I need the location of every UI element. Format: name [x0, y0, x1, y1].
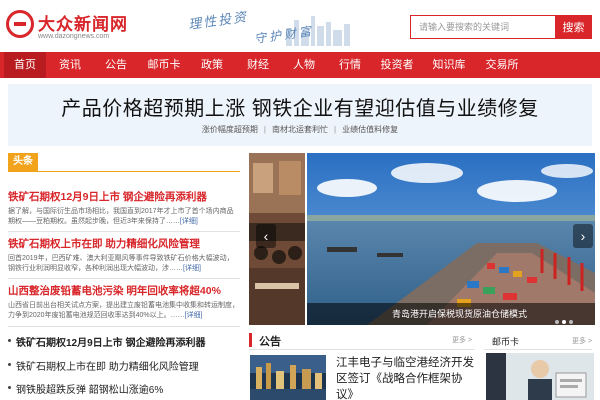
divider	[8, 231, 240, 232]
nav-item-investors[interactable]: 投资者	[372, 52, 422, 78]
notice-article-title[interactable]: 江丰电子与临空港经济开发区签订《战略合作框架协议》	[336, 355, 476, 400]
summary-text: 据了解，与国际衍生品市场相比，我国直到2017年才上市了首个场内商品期权——豆粕…	[8, 208, 234, 225]
list-item[interactable]: 钢铁股超跌反弹 韶钢松山涨逾6%	[8, 381, 240, 396]
chevron-left-icon[interactable]: ‹	[256, 224, 276, 248]
stamps-coins-cards-title: 邮币卡	[492, 337, 520, 347]
slider-dot[interactable]	[555, 320, 559, 324]
story-more-link[interactable]: [详细]	[185, 312, 203, 319]
site-logo[interactable]: 大众新闻网 www.dazongnews.com	[4, 8, 154, 48]
headlines-tab: 头条	[8, 153, 38, 171]
story-title[interactable]: 铁矿石期权上市在即 助力精细化风险管理	[8, 236, 240, 251]
notice-thumbnail[interactable]	[250, 355, 326, 400]
slogan-line-1: 理性投资	[187, 9, 250, 34]
notice-header	[249, 330, 475, 350]
story-more-link[interactable]: [详细]	[183, 265, 201, 272]
hero-title[interactable]: 产品价格超预期上涨 钢铁企业有望迎估值与业绩修复	[8, 92, 592, 121]
stamps-coins-cards-photo[interactable]	[486, 353, 594, 400]
city-night-image	[250, 355, 326, 400]
nav-item-knowledge-base[interactable]: 知识库	[424, 52, 474, 78]
headline-story: 山西整治废铅蓄电池污染 明年回收率将超40% 山西省日前出台相关试点方案，提出建…	[8, 283, 240, 321]
logo-text: 大众新闻网	[38, 15, 128, 34]
nav-item-finance[interactable]: 财经	[236, 52, 280, 78]
slider-main-image[interactable]	[307, 153, 595, 325]
nav-item-policy[interactable]: 政策	[190, 52, 234, 78]
stamps-coins-cards-more-link[interactable]: 更多 >	[572, 336, 592, 346]
slider-dot[interactable]	[569, 320, 573, 324]
slider-pagination	[555, 311, 591, 324]
nav-item-exchanges[interactable]: 交易所	[476, 52, 528, 78]
person-photo-image	[486, 353, 594, 400]
chevron-right-icon[interactable]: ›	[573, 224, 593, 248]
headline-story: 铁矿石期权12月9日上市 钢企避险再添利器 据了解，与国际衍生品市场相比，我国直…	[8, 189, 240, 227]
slider-dot[interactable]	[562, 320, 566, 324]
divider	[8, 326, 240, 327]
story-more-link[interactable]: [详细]	[180, 218, 198, 225]
hero-sublinks: 涨价幅度超预期 | 南材北运套利忙 | 业绩估值料修复	[8, 124, 592, 135]
logo-mark-icon	[6, 10, 34, 38]
nav-item-news[interactable]: 资讯	[48, 52, 92, 78]
logo-domain: www.dazongnews.com	[38, 33, 110, 40]
story-title[interactable]: 山西整治废铅蓄电池污染 明年回收率将超40%	[8, 283, 240, 298]
story-title[interactable]: 铁矿石期权12月9日上市 钢企避险再添利器	[8, 189, 240, 204]
hero-link[interactable]: 业绩估值料修复	[336, 124, 404, 135]
story-summary: 据了解，与国际衍生品市场相比，我国直到2017年才上市了首个场内商品期权——豆粕…	[8, 207, 240, 227]
slider-caption[interactable]: 青岛港开启保税现货原油仓储模式	[392, 307, 527, 320]
hero-banner: 产品价格超预期上涨 钢铁企业有望迎估值与业绩修复 涨价幅度超预期 | 南材北运套利忙…	[8, 84, 592, 146]
nav-item-home[interactable]: 首页	[4, 52, 46, 78]
nav-item-stamps-coins-cards[interactable]: 邮币卡	[140, 52, 188, 78]
nav-item-people[interactable]: 人物	[282, 52, 326, 78]
site-header: 大众新闻网 www.dazongnews.com 理性投资 守护财富 搜索	[0, 0, 600, 52]
headline-story: 铁矿石期权上市在即 助力精细化风险管理 回首2019年，巴西矿难、澳大利亚飓风等…	[8, 236, 240, 274]
search-input[interactable]	[410, 15, 555, 39]
list-item[interactable]: 铁矿石期权上市在即 助力精细化风险管理	[8, 358, 240, 373]
port-aerial-image	[307, 153, 595, 325]
hero-link[interactable]: 涨价幅度超预期	[196, 124, 264, 135]
notice-more-link[interactable]: 更多 >	[452, 335, 472, 345]
slogan-banner: 理性投资 守护财富	[184, 4, 374, 48]
hero-link[interactable]: 南材北运套利忙	[266, 124, 334, 135]
story-summary: 回首2019年，巴西矿难、澳大利亚飓风等事件导致铁矿石价格大幅波动，钢铁行业利润…	[8, 254, 240, 274]
divider	[8, 278, 240, 279]
main-nav: 首页 资讯 公告 邮币卡 政策 财经 人物 行情 投资者 知识库 交易所	[0, 52, 600, 78]
notice-title: 公告	[259, 336, 281, 348]
headlines-rule	[8, 171, 240, 172]
list-item[interactable]: 铁矿石期权12月9日上市 钢企避险再添利器	[8, 334, 240, 349]
summary-text: 山西省日前出台相关试点方案，提出建立废铅蓄电池集中收集和转运制度，力争到2020…	[8, 302, 239, 319]
notice-accent-bar	[249, 333, 252, 347]
nav-item-market[interactable]: 行情	[328, 52, 372, 78]
story-summary: 山西省日前出台相关试点方案，提出建立废铅蓄电池集中收集和转运制度，力争到2020…	[8, 301, 240, 321]
search-button[interactable]: 搜索	[555, 15, 592, 39]
nav-item-announcements[interactable]: 公告	[94, 52, 138, 78]
